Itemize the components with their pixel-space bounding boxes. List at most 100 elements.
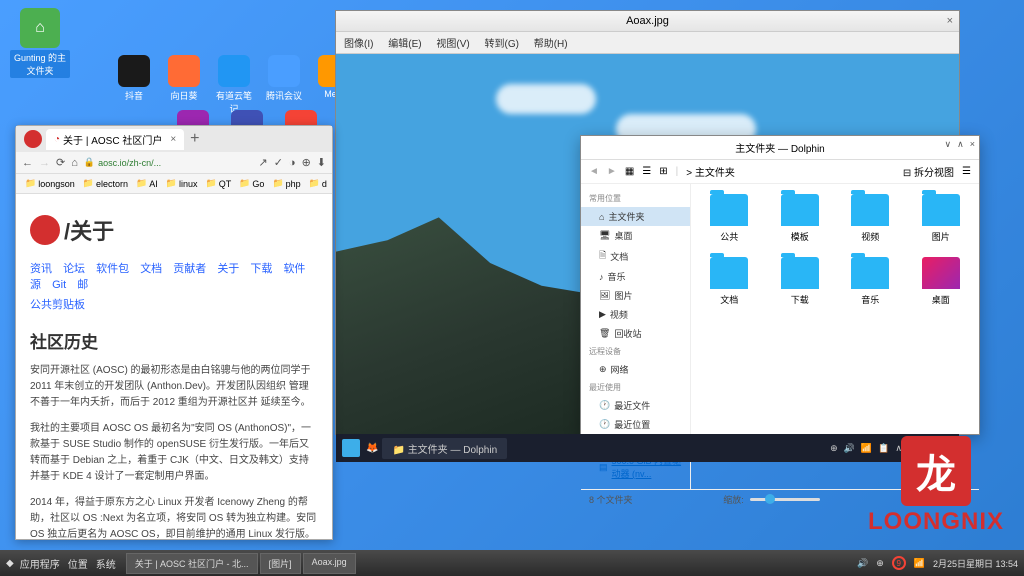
folder-videos[interactable]: 视频 [842, 194, 899, 243]
menu-view[interactable]: 视图(V) [436, 39, 469, 50]
taskbar-task[interactable]: 关于 | AOSC 社区门户 - 北... [126, 553, 258, 574]
nav-link[interactable]: 贡献者 [173, 263, 206, 275]
nav-link[interactable]: 邮 [77, 279, 88, 291]
home-folder-desktop-icon[interactable]: ⌂ Gunting 的主文件夹 [10, 8, 70, 78]
sidebar-item-documents[interactable]: 🗎 文档 [581, 245, 690, 267]
taskbar-task[interactable]: [图片] [260, 553, 301, 574]
forward-button[interactable]: ► [607, 166, 617, 177]
sidebar-item-videos[interactable]: ▶ 视频 [581, 305, 690, 324]
nav-link[interactable]: 公共剪贴板 [30, 299, 85, 311]
menu-image[interactable]: 图像(I) [344, 39, 373, 50]
sidebar-item-trash[interactable]: 🗑 回收站 [581, 324, 690, 343]
view-icons-button[interactable]: ▦ [625, 166, 634, 177]
kde-panel: 🦊 📁 主文件夹 — Dolphin ⊕ 🔊 📶 📋 ∧ 12:10 上午 20… [336, 434, 959, 462]
folder-downloads[interactable]: 下载 [772, 257, 829, 306]
window-titlebar[interactable]: Aoax.jpg × [336, 11, 959, 32]
browser-tab[interactable]: ◔ 关于 | AOSC 社区门户 × [46, 129, 184, 150]
browser-logo-icon [24, 130, 42, 148]
nav-link[interactable]: 关于 [217, 263, 239, 275]
folder-documents[interactable]: 文档 [701, 257, 758, 306]
bookmark[interactable]: php [269, 177, 303, 190]
sidebar-item-recent-files[interactable]: 🕐 最近文件 [581, 396, 690, 415]
taskbar-task-dolphin[interactable]: 📁 主文件夹 — Dolphin [382, 438, 507, 459]
toolbar-icon[interactable]: ↗ [258, 156, 267, 169]
taskbar-task[interactable]: Aoax.jpg [303, 553, 356, 574]
view-details-button[interactable]: ⊞ [659, 166, 667, 177]
back-button[interactable]: ◄ [589, 166, 599, 177]
menu-applications[interactable]: 应用程序 [20, 556, 60, 571]
back-button[interactable]: ← [22, 157, 33, 169]
bookmark[interactable]: electorn [80, 177, 131, 190]
nav-link[interactable]: 文档 [140, 263, 162, 275]
folder-pictures[interactable]: 图片 [913, 194, 970, 243]
sidebar-item-desktop[interactable]: 🖥 桌面 [581, 226, 690, 245]
folder-public[interactable]: 公共 [701, 194, 758, 243]
tray-icon[interactable]: ⊕ [876, 558, 884, 569]
bookmark[interactable]: AI [133, 177, 161, 190]
sidebar-item-music[interactable]: ♪ 音乐 [581, 267, 690, 286]
download-icon[interactable]: ⬇ [317, 156, 326, 169]
tray-icon[interactable]: 🔊 [857, 558, 868, 569]
address-bar[interactable]: 🔒 aosc.io/zh-cn/... [84, 157, 253, 168]
folder-templates[interactable]: 模板 [772, 194, 829, 243]
bookmark[interactable]: d [306, 177, 330, 190]
folder-label: Gunting 的主文件夹 [10, 50, 70, 78]
paragraph: 2014 年，得益于原东方之心 Linux 开发者 Icenowy Zheng … [30, 495, 318, 539]
sidebar-item-home[interactable]: ⌂ 主文件夹 [581, 207, 690, 226]
forward-button[interactable]: → [39, 157, 50, 169]
start-icon[interactable]: ◆ [6, 558, 14, 569]
breadcrumb[interactable]: > 主文件夹 [686, 164, 895, 179]
clock[interactable]: 2月25日星期日 13:54 [933, 557, 1018, 570]
zoom-label: 缩放: [723, 493, 744, 506]
kde-launcher-icon[interactable] [342, 439, 360, 457]
menu-help[interactable]: 帮助(H) [534, 39, 568, 50]
app-youdao[interactable]: 有道云笔记 [215, 55, 253, 115]
sidebar-item-network[interactable]: ⊕ 网络 [581, 360, 690, 379]
folder-desktop[interactable]: 桌面 [913, 257, 970, 306]
app-tencent-meeting[interactable]: 腾讯会议 [265, 55, 303, 115]
nav-link[interactable]: 资讯 [30, 263, 52, 275]
view-list-button[interactable]: ☰ [642, 166, 651, 177]
bookmark[interactable]: QT [202, 177, 234, 190]
page-content[interactable]: /关于 资讯 论坛 软件包 文档 贡献者 关于 下载 软件源 Git 邮 公共剪… [16, 194, 332, 539]
toolbar-icon[interactable]: ⊕ [302, 156, 311, 169]
split-view-button[interactable]: ⊟ 拆分视图 [903, 164, 954, 179]
home-button[interactable]: ⌂ [71, 157, 78, 169]
close-icon[interactable]: × [947, 15, 953, 27]
tab-close-icon[interactable]: × [170, 134, 176, 145]
menu-places[interactable]: 位置 [68, 556, 88, 571]
toolbar-icon[interactable]: ◑ [289, 157, 296, 169]
close-icon[interactable]: × [970, 139, 975, 150]
maximize-icon[interactable]: ∧ [957, 139, 964, 150]
zoom-slider[interactable] [750, 498, 820, 501]
nav-link[interactable]: 下载 [250, 263, 272, 275]
toolbar-icon[interactable]: ✓ [274, 156, 283, 169]
menu-button[interactable]: ☰ [962, 166, 971, 177]
firefox-icon[interactable]: 🦊 [366, 443, 378, 454]
app-douyin[interactable]: 抖音 [115, 55, 153, 115]
menu-system[interactable]: 系统 [96, 556, 116, 571]
bookmark[interactable]: Go [236, 177, 267, 190]
folder-music[interactable]: 音乐 [842, 257, 899, 306]
nav-link[interactable]: 论坛 [63, 263, 85, 275]
sidebar-item-pictures[interactable]: 🖼 图片 [581, 286, 690, 305]
minimize-icon[interactable]: ∨ [945, 139, 952, 150]
menu-goto[interactable]: 转到(G) [484, 39, 518, 50]
system-taskbar: ◆ 应用程序 位置 系统 关于 | AOSC 社区门户 - 北... [图片] … [0, 550, 1024, 576]
tab-strip: ◔ 关于 | AOSC 社区门户 × + [16, 126, 332, 152]
bookmark[interactable]: loongson [22, 177, 78, 190]
new-tab-button[interactable]: + [190, 130, 199, 148]
bookmark[interactable]: linux [163, 177, 201, 190]
nav-link[interactable]: 软件包 [96, 263, 129, 275]
paragraph: 安同开源社区 (AOSC) 的最初形态是由白铭骢与他的两位同学于 2011 年末… [30, 363, 318, 411]
window-titlebar[interactable]: 主文件夹 — Dolphin ∨ ∧ × [581, 136, 979, 160]
tray-volume-icon[interactable]: 🔊 [844, 443, 855, 454]
update-badge[interactable]: 9 [892, 556, 906, 570]
app-sunflower[interactable]: 向日葵 [165, 55, 203, 115]
reload-button[interactable]: ⟳ [56, 156, 65, 169]
nav-link[interactable]: Git [52, 279, 66, 291]
sidebar-item-recent-places[interactable]: 🕐 最近位置 [581, 415, 690, 434]
tray-icon[interactable]: ⊕ [830, 443, 838, 454]
tray-icon[interactable]: 📶 [914, 558, 925, 569]
menu-edit[interactable]: 编辑(E) [388, 39, 421, 50]
